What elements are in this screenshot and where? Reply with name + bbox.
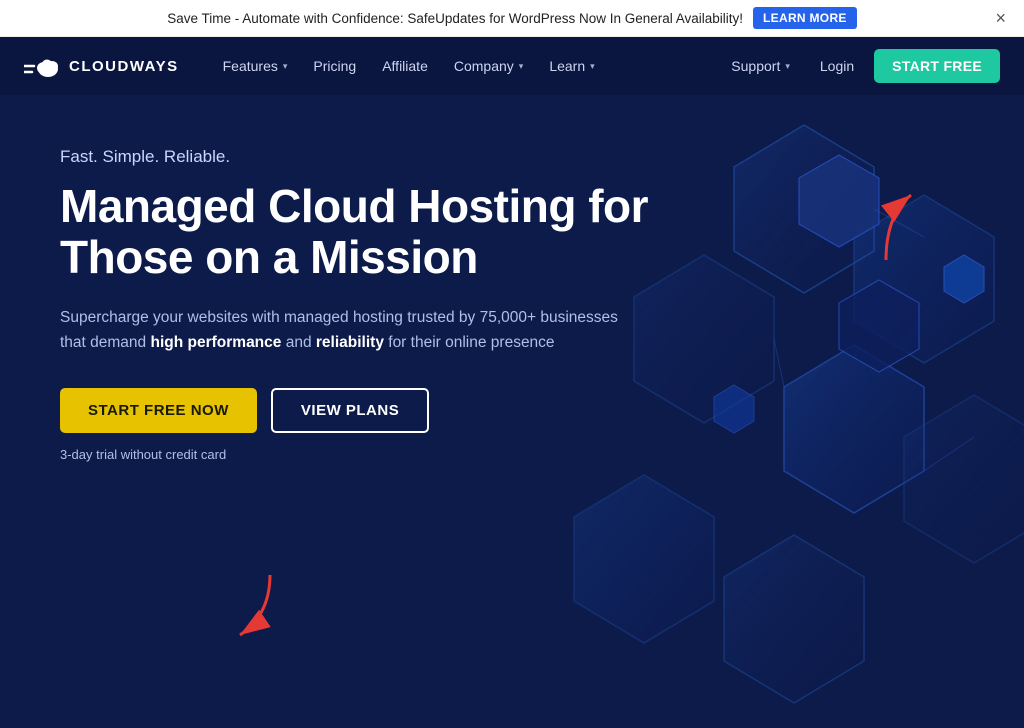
cloudways-logo-icon — [24, 52, 60, 80]
hero-tagline: Fast. Simple. Reliable. — [60, 147, 680, 167]
trial-note: 3-day trial without credit card — [60, 447, 680, 462]
hero-content: Fast. Simple. Reliable. Managed Cloud Ho… — [60, 147, 680, 462]
learn-chevron-icon: ▾ — [590, 61, 595, 72]
learn-more-button[interactable]: LEARN MORE — [753, 7, 857, 29]
nav-learn[interactable]: Learn ▾ — [537, 50, 606, 82]
nav-support[interactable]: Support ▾ — [721, 50, 800, 82]
nav-links: Features ▾ Pricing Affiliate Company ▾ L… — [211, 50, 722, 82]
hero-title: Managed Cloud Hosting for Those on a Mis… — [60, 181, 680, 282]
navbar: CLOUDWAYS Features ▾ Pricing Affiliate C… — [0, 37, 1024, 95]
hero-description-bold2: reliability — [316, 334, 384, 351]
features-chevron-icon: ▾ — [283, 61, 288, 72]
hero-section: Fast. Simple. Reliable. Managed Cloud Ho… — [0, 95, 1024, 728]
support-chevron-icon: ▾ — [785, 61, 790, 72]
view-plans-button[interactable]: VIEW PLANS — [271, 388, 429, 433]
nav-company[interactable]: Company ▾ — [442, 50, 535, 82]
nav-affiliate[interactable]: Affiliate — [370, 50, 440, 82]
nav-features[interactable]: Features ▾ — [211, 50, 300, 82]
nav-right: Support ▾ Login START FREE — [721, 49, 1000, 83]
annotation-arrow-start-free-now — [220, 565, 280, 645]
company-chevron-icon: ▾ — [519, 61, 524, 72]
start-free-now-button[interactable]: START FREE NOW — [60, 388, 257, 433]
close-icon[interactable]: × — [995, 9, 1006, 27]
hero-description-and: and — [281, 334, 315, 351]
announcement-bar: Save Time - Automate with Confidence: Sa… — [0, 0, 1024, 37]
hero-description: Supercharge your websites with managed h… — [60, 306, 620, 356]
announcement-text: Save Time - Automate with Confidence: Sa… — [167, 11, 743, 26]
logo[interactable]: CLOUDWAYS — [24, 52, 179, 80]
start-free-nav-button[interactable]: START FREE — [874, 49, 1000, 83]
hero-buttons: START FREE NOW VIEW PLANS — [60, 388, 680, 433]
nav-pricing[interactable]: Pricing — [301, 50, 368, 82]
hero-description-bold1: high performance — [150, 334, 281, 351]
logo-text: CLOUDWAYS — [69, 58, 179, 75]
hero-description-end: for their online presence — [384, 334, 555, 351]
nav-login[interactable]: Login — [808, 50, 866, 82]
